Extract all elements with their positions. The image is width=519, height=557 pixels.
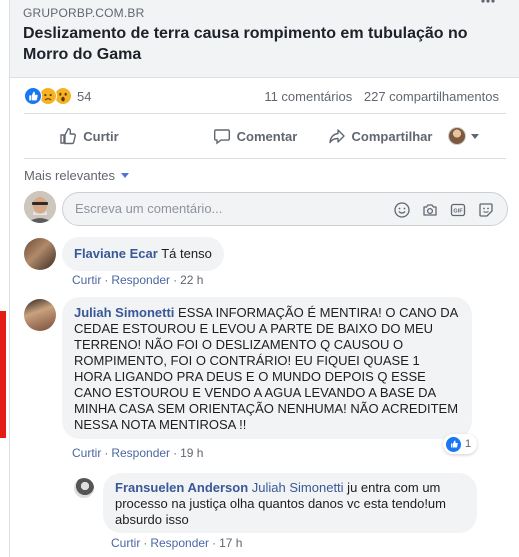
chevron-down-icon [121,173,130,178]
avatar[interactable] [24,238,56,270]
post-card: GRUPORBP.COM.BR Deslizamento de terra ca… [9,0,519,557]
audience-selector[interactable] [448,127,479,145]
comment-reply-link[interactable]: Responder [150,536,209,550]
comment-reaction-count: 1 [465,438,472,450]
post-stats: 11 comentários 227 compartilhamentos [256,89,499,104]
divider [24,113,506,114]
like-reaction-icon [446,436,461,452]
like-label: Curtir [83,128,119,144]
link-headline[interactable]: Deslizamento de terra causa rompimento e… [23,23,493,65]
comment-actions: Curtir · Responder · 19 h [72,446,204,460]
comment-like-link[interactable]: Curtir [72,446,101,460]
divider [24,158,506,159]
avatar [448,127,466,145]
share-arrow-icon [328,129,345,144]
speech-bubble-icon [213,129,230,145]
like-button[interactable]: Curtir [24,120,154,152]
comment-composer[interactable]: GIF [62,192,508,226]
current-user-avatar[interactable] [24,191,56,223]
avatar[interactable] [24,299,56,331]
comment-reply-link[interactable]: Responder [111,446,170,460]
comment-label: Comentar [236,128,298,144]
sticker-icon[interactable] [477,201,495,219]
comment-button[interactable]: Comentar [190,120,320,152]
comment-sort[interactable]: Mais relevantes [24,168,130,183]
action-bar: Curtir Comentar Compartilhar [24,120,506,152]
shares-count[interactable]: 227 compartilhamentos [364,89,499,104]
gif-icon[interactable]: GIF [449,201,467,219]
share-label: Compartilhar [351,128,433,144]
comment-text: ESSA INFORMAÇÃO É MENTIRA! O CANO DA CED… [74,305,459,432]
comment-time[interactable]: 19 h [180,446,203,460]
reply-bubble: Fransuelen Anderson Juliah Simonetti ju … [103,473,477,533]
reaction-count: 54 [77,88,92,104]
comment-actions: Curtir · Responder · 22 h [72,273,204,287]
comment-reaction-badge[interactable]: 1 [443,434,478,454]
comment-like-link[interactable]: Curtir [72,273,101,287]
highlight-marker [0,311,6,438]
comments-count[interactable]: 11 comentários [264,89,352,104]
comment-like-link[interactable]: Curtir [111,536,140,550]
comment-time[interactable]: 22 h [180,273,203,287]
comment-actions: Curtir · Responder · 17 h [111,536,243,550]
comment-text: Tá tenso [161,246,212,261]
link-preview[interactable]: GRUPORBP.COM.BR Deslizamento de terra ca… [10,0,519,78]
svg-text:GIF: GIF [453,209,463,215]
comment-bubble: Juliah Simonetti ESSA INFORMAÇÃO É MENTI… [62,297,472,439]
camera-icon[interactable] [421,201,439,219]
like-reaction-icon [24,87,42,105]
sort-label: Mais relevantes [24,168,116,183]
comment-author[interactable]: Juliah Simonetti [74,305,174,320]
comment-author[interactable]: Fransuelen Anderson [115,480,248,495]
chevron-down-icon [471,133,479,139]
link-source: GRUPORBP.COM.BR [23,6,145,20]
avatar[interactable] [74,478,94,498]
comment-input[interactable] [75,201,375,216]
comment-mention[interactable]: Juliah Simonetti [252,480,344,495]
more-options-icon[interactable] [480,0,500,8]
share-button[interactable]: Compartilhar [320,120,440,152]
comment-reply-link[interactable]: Responder [111,273,170,287]
comment-author[interactable]: Flaviane Ecar [74,246,158,261]
comment-bubble: Flaviane Ecar Tá tenso [62,237,224,271]
emoji-icon[interactable] [393,201,411,219]
thumbs-up-icon [60,127,77,145]
reaction-summary[interactable]: 54 [24,86,91,106]
comment-time[interactable]: 17 h [219,536,242,550]
